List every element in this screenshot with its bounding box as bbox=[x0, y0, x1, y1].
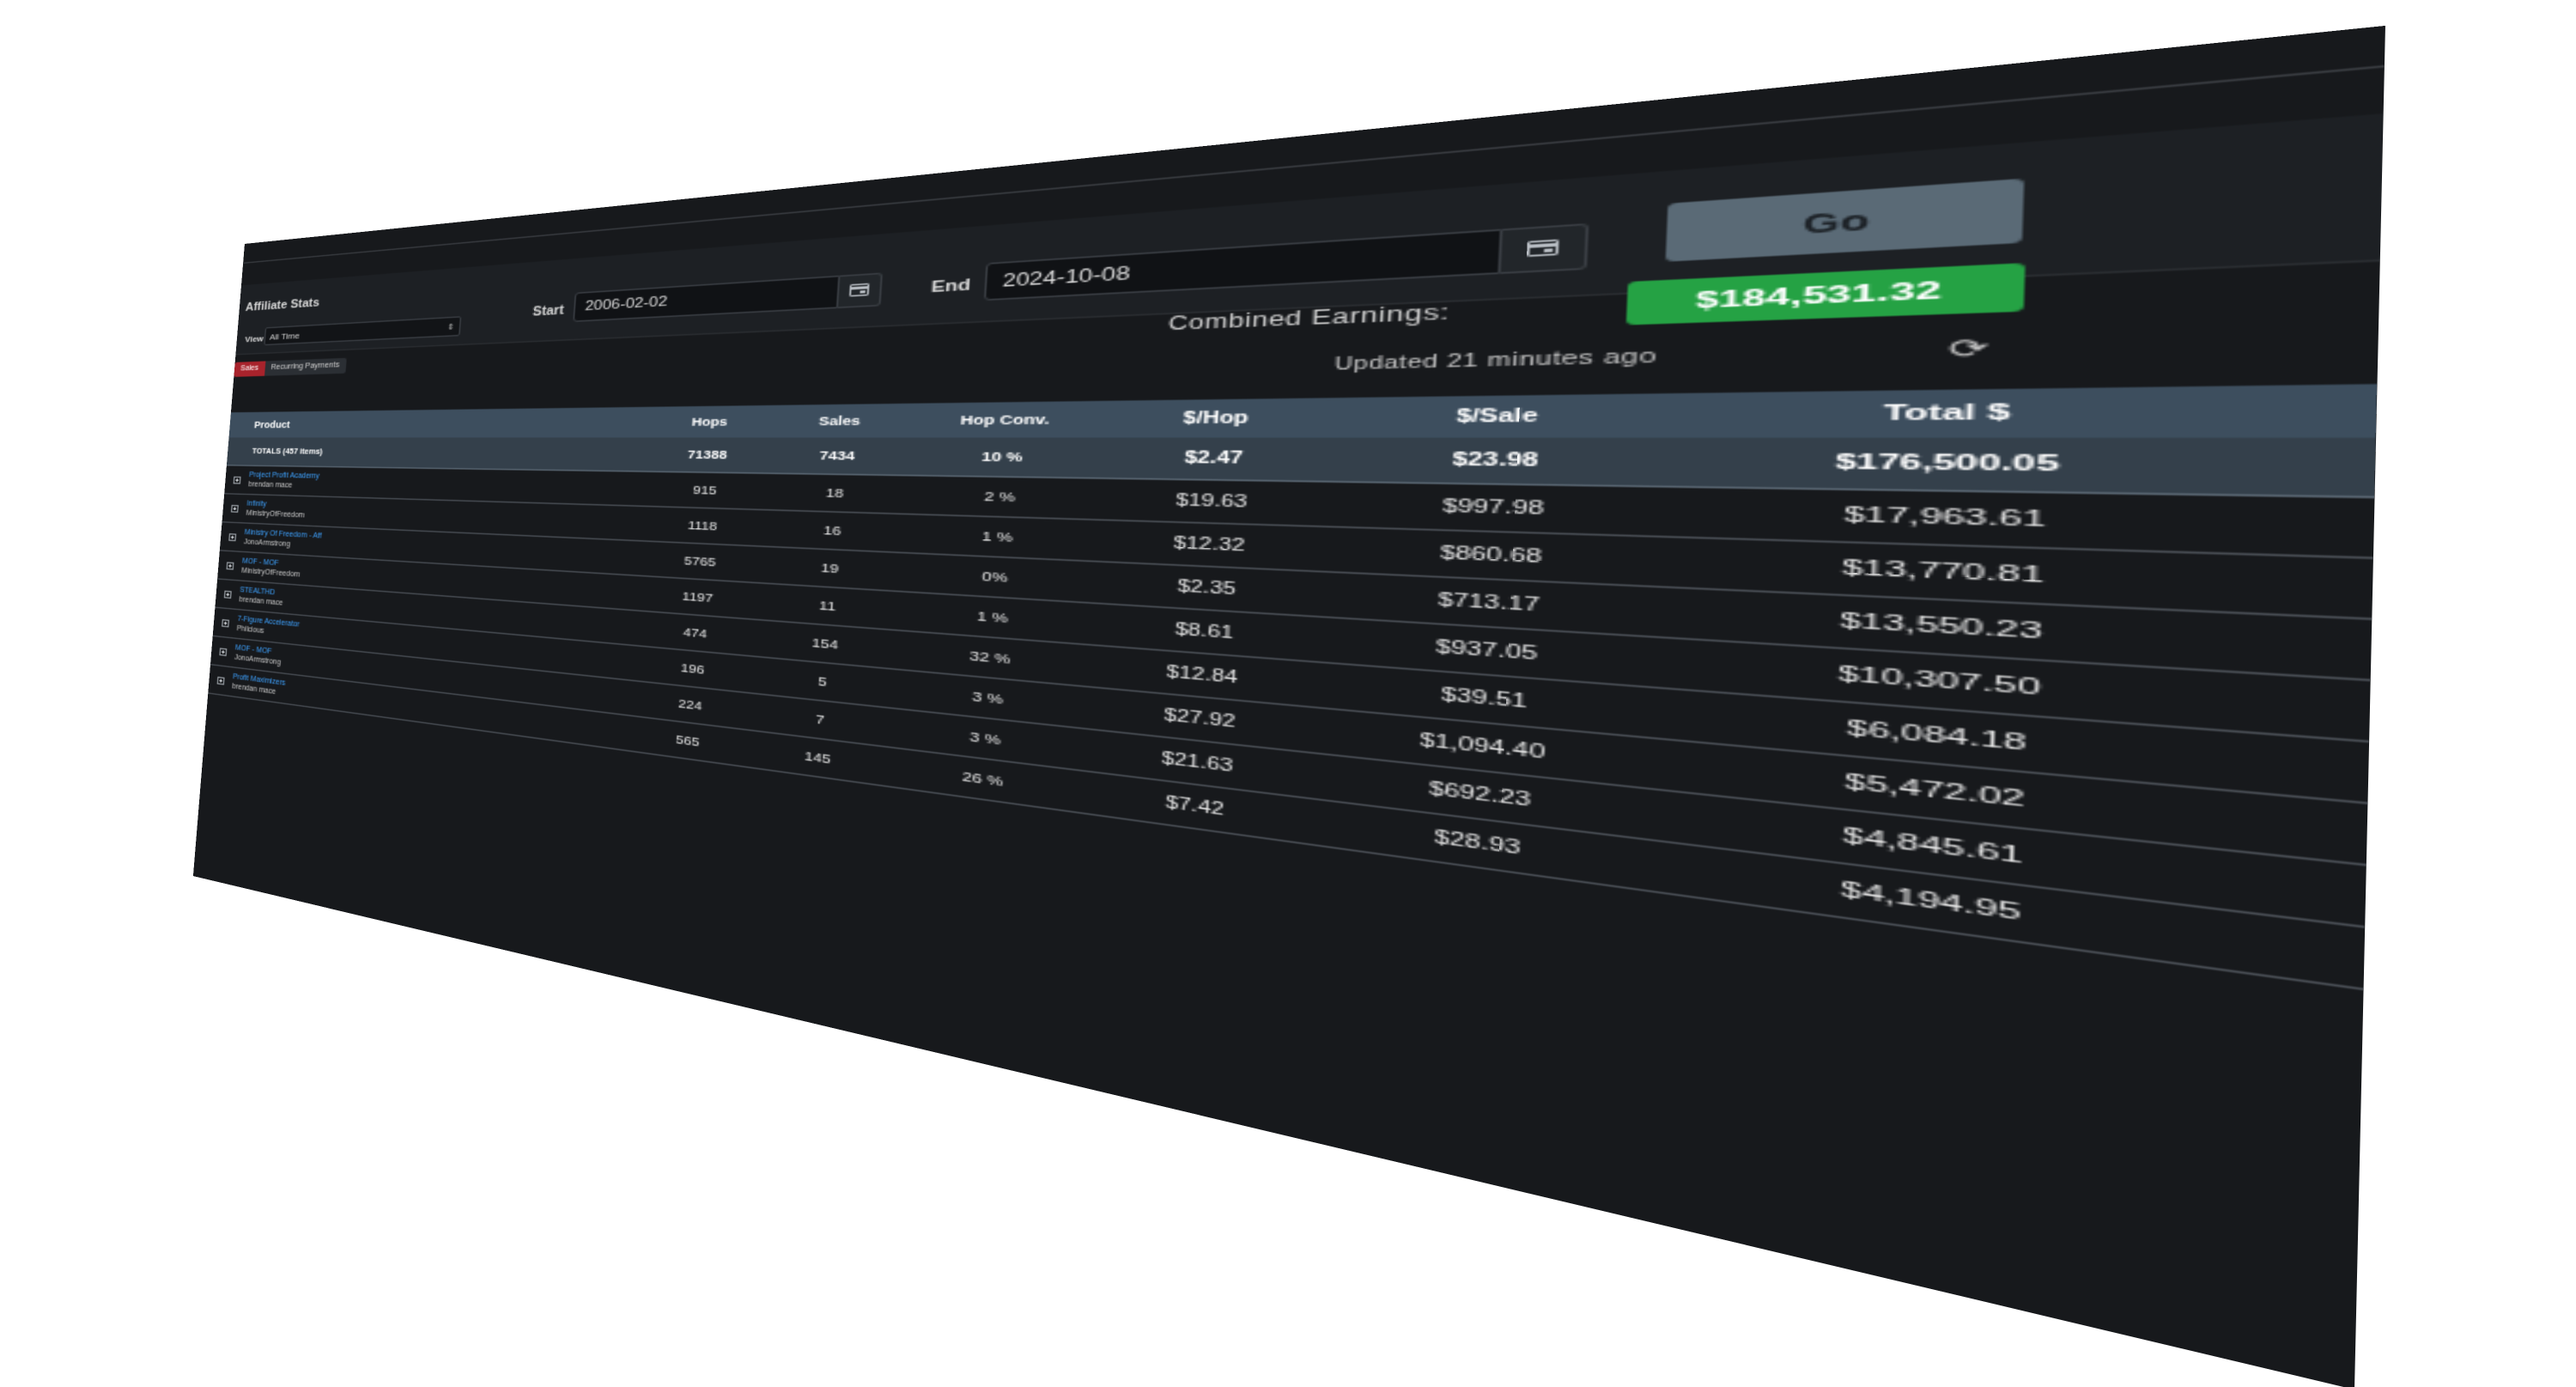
hop-conv-cell: 2 % bbox=[983, 489, 1016, 505]
column-header-product[interactable]: Product bbox=[253, 407, 623, 437]
hops-cell: 5765 bbox=[683, 554, 717, 569]
product-text: Project Profit Academy brendan mace bbox=[248, 471, 319, 491]
totals-per-hop: $2.47 bbox=[1183, 449, 1243, 468]
tab-bar: Sales Recurring Payments bbox=[234, 357, 347, 377]
column-header-sales[interactable]: Sales bbox=[778, 404, 903, 438]
end-date-label: End bbox=[930, 277, 972, 297]
calendar-icon bbox=[848, 283, 869, 297]
expand-icon[interactable] bbox=[219, 647, 228, 656]
product-vendor: brendan mace bbox=[248, 481, 293, 490]
calendar-icon bbox=[1525, 239, 1558, 258]
end-date-picker-button[interactable] bbox=[1500, 222, 1589, 274]
view-label: View bbox=[244, 333, 264, 344]
column-header-per-sale[interactable]: $/Sale bbox=[1348, 393, 1660, 437]
select-arrows-icon: ⇕ bbox=[447, 323, 455, 332]
product-cell: STEALTHD brendan mace bbox=[223, 580, 284, 612]
product-cell: Ministry Of Freedom - Aff JonoArmstrong bbox=[228, 523, 322, 556]
table-header-row: Product Hops Sales Hop Conv. $/Hop $/Sal… bbox=[228, 384, 2378, 438]
hops-cell: 1118 bbox=[687, 518, 718, 533]
start-date-picker-button[interactable] bbox=[837, 272, 883, 308]
expand-icon[interactable] bbox=[222, 618, 230, 627]
column-header-hops[interactable]: Hops bbox=[654, 405, 767, 438]
product-text: MOF - MOF MinistryOfFreedom bbox=[241, 557, 301, 580]
product-text: Infinity MinistryOfFreedom bbox=[246, 499, 306, 520]
hops-cell: 915 bbox=[692, 483, 718, 497]
product-cell: MOF - MOF MinistryOfFreedom bbox=[226, 551, 301, 585]
expand-icon[interactable] bbox=[233, 476, 241, 484]
stats-table: Product Hops Sales Hop Conv. $/Hop $/Sal… bbox=[208, 384, 2378, 991]
per-hop-cell: $19.63 bbox=[1175, 491, 1248, 512]
totals-total: $176,500.05 bbox=[1834, 451, 2061, 478]
screenshot-scene: Affiliate Stats View All Time ⇕ Start 20… bbox=[0, 0, 2576, 1387]
expand-icon[interactable] bbox=[228, 532, 237, 541]
expand-icon[interactable] bbox=[226, 561, 234, 569]
table-body: Project Profit Academy brendan mace 915 18 2… bbox=[208, 465, 2375, 991]
tab-recurring-payments[interactable]: Recurring Payments bbox=[264, 357, 347, 376]
refresh-icon[interactable]: ⟳ bbox=[1947, 332, 1996, 363]
start-date-label: Start bbox=[532, 304, 565, 319]
column-header-hop-conv[interactable]: Hop Conv. bbox=[916, 401, 1098, 438]
totals-label: TOTALS (457 items) bbox=[252, 447, 323, 456]
per-sale-cell: $997.98 bbox=[1442, 496, 1545, 520]
totals-hops: 71388 bbox=[687, 447, 728, 462]
product-text: 7-Figure Accelerator Philcious bbox=[236, 614, 300, 640]
product-text: Profit Maximizers brendan mace bbox=[232, 672, 286, 699]
totals-sales: 7434 bbox=[819, 448, 856, 463]
product-cell: Infinity MinistryOfFreedom bbox=[230, 495, 307, 526]
product-vendor: MinistryOfFreedom bbox=[246, 509, 306, 520]
sales-cell: 19 bbox=[820, 561, 840, 576]
product-text: STEALTHD brendan mace bbox=[239, 586, 284, 609]
per-hop-cell: $12.32 bbox=[1173, 534, 1246, 556]
expand-icon[interactable] bbox=[216, 676, 225, 684]
product-text: MOF - MOF JonoArmstrong bbox=[234, 643, 283, 668]
expand-icon[interactable] bbox=[230, 504, 239, 513]
last-updated-text: Updated 21 minutes ago bbox=[1334, 347, 1658, 375]
hop-conv-cell: 1 % bbox=[981, 528, 1013, 545]
sales-cell: 18 bbox=[825, 485, 844, 501]
product-cell: Project Profit Academy brendan mace bbox=[233, 466, 320, 496]
column-header-per-hop[interactable]: $/Hop bbox=[1114, 398, 1326, 437]
column-header-total[interactable]: Total $ bbox=[1689, 386, 2244, 437]
view-select-value: All Time bbox=[269, 331, 301, 343]
totals-per-sale: $23.98 bbox=[1451, 450, 1539, 471]
product-text: Ministry Of Freedom - Aff JonoArmstrong bbox=[244, 528, 323, 552]
tab-sales[interactable]: Sales bbox=[234, 361, 265, 377]
expand-icon[interactable] bbox=[223, 590, 232, 599]
sales-cell: 16 bbox=[823, 523, 842, 538]
totals-hop-conv: 10 % bbox=[981, 449, 1024, 465]
